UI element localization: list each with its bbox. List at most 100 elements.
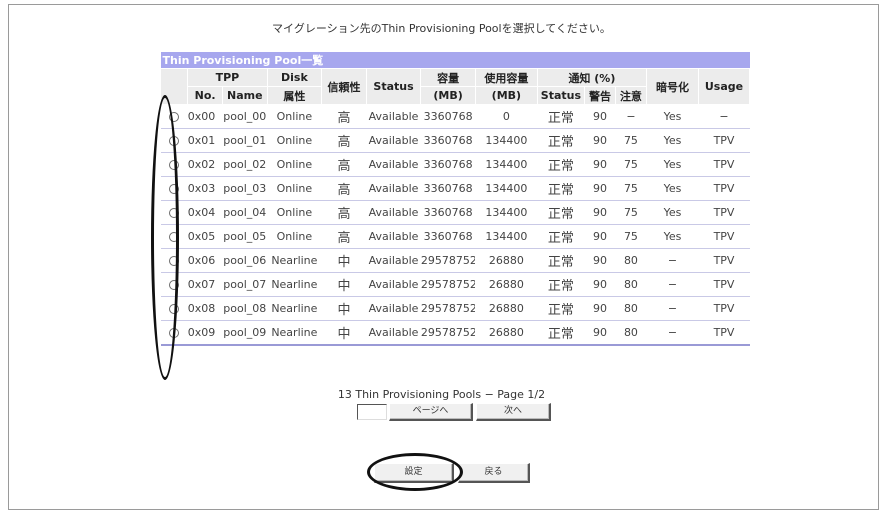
cell-caut: 75 [615, 176, 647, 201]
cell-nstat: 正常 [537, 224, 585, 249]
table-row[interactable]: 0x09 pool_09 Nearline 中 Available 29578752 268… [160, 320, 750, 346]
cell-usage: TPV [698, 128, 750, 153]
cell-cap: 3360768 [420, 224, 476, 249]
header-usage: Usage [698, 68, 750, 105]
cell-enc: Yes [646, 152, 699, 177]
header-disk: Disk [266, 68, 323, 87]
cell-disk: Online [267, 128, 322, 153]
cell-status: Available [366, 272, 421, 297]
header-no: No. [187, 86, 223, 105]
cell-enc: − [646, 320, 699, 346]
table-row[interactable]: 0x06 pool_06 Nearline 中 Available 29578752 268… [160, 248, 750, 273]
header-capacity: 容量 [420, 68, 476, 87]
cell-name: pool_02 [222, 152, 268, 177]
cell-used: 134400 [475, 200, 538, 225]
cell-caut: 75 [615, 128, 647, 153]
cell-nstat: 正常 [537, 128, 585, 153]
instruction-text: マイグレーション先のThin Provisioning Poolを選択してくださ… [272, 22, 611, 35]
cell-rel: 高 [321, 152, 367, 177]
cell-usage: TPV [698, 272, 750, 297]
next-page-button[interactable]: 次へ [476, 403, 551, 421]
cell-enc: Yes [646, 176, 699, 201]
cell-name: pool_04 [222, 200, 268, 225]
cell-status: Available [366, 152, 421, 177]
cell-rel: 高 [321, 128, 367, 153]
cell-rel: 高 [321, 176, 367, 201]
cell-rel: 中 [321, 296, 367, 321]
goto-page-button[interactable]: ページへ [389, 403, 473, 421]
cell-disk: Nearline [267, 248, 322, 273]
cell-usage: TPV [698, 152, 750, 177]
cell-caut: 75 [615, 152, 647, 177]
header-notify: 通知 (%) [536, 68, 647, 87]
page-number-input[interactable] [357, 404, 387, 420]
cell-disk: Online [267, 224, 322, 249]
highlight-oval-radio-column [151, 95, 179, 380]
table-title: Thin Provisioning Pool一覧 [160, 52, 750, 69]
pager-summary: 13 Thin Provisioning Pools − Page 1/2 [337, 388, 546, 401]
cell-enc: Yes [646, 224, 699, 249]
table-row[interactable]: 0x00 pool_00 Online 高 Available 3360768 0 正常 90−… [160, 104, 750, 129]
table-row[interactable]: 0x03 pool_03 Online 高 Available 3360768 134400… [160, 176, 750, 201]
cell-caut: 80 [615, 272, 647, 297]
cell-cap: 29578752 [420, 320, 476, 346]
cell-enc: Yes [646, 200, 699, 225]
cell-disk: Online [267, 104, 322, 129]
cell-warn: 90 [584, 296, 616, 321]
cell-no: 0x00 [187, 104, 223, 129]
table-row[interactable]: 0x05 pool_05 Online 高 Available 3360768 134400… [160, 224, 750, 249]
highlight-oval-set-button [367, 453, 463, 491]
cell-rel: 高 [321, 224, 367, 249]
cell-caut: 80 [615, 248, 647, 273]
cell-disk: Online [267, 176, 322, 201]
cell-status: Available [366, 248, 421, 273]
cell-disk: Online [267, 200, 322, 225]
cell-warn: 90 [584, 320, 616, 346]
cell-warn: 90 [584, 104, 616, 129]
cell-warn: 90 [584, 224, 616, 249]
cell-rel: 中 [321, 272, 367, 297]
cell-used: 26880 [475, 248, 538, 273]
header-name: Name [221, 86, 268, 105]
table-row[interactable]: 0x01 pool_01 Online 高 Available 3360768 134400… [160, 128, 750, 153]
cell-caut: − [615, 104, 647, 129]
cell-name: pool_06 [222, 248, 268, 273]
cell-cap: 3360768 [420, 200, 476, 225]
cell-enc: − [646, 248, 699, 273]
back-button[interactable]: 戻る [458, 463, 530, 483]
cell-usage: TPV [698, 176, 750, 201]
cell-cap: 29578752 [420, 296, 476, 321]
cell-status: Available [366, 320, 421, 346]
cell-used: 134400 [475, 152, 538, 177]
table-row[interactable]: 0x08 pool_08 Nearline 中 Available 29578752 268… [160, 296, 750, 321]
cell-enc: − [646, 272, 699, 297]
cell-usage: TPV [698, 320, 750, 346]
cell-name: pool_09 [222, 320, 268, 346]
header-used-unit: (MB) [474, 86, 538, 105]
cell-no: 0x01 [187, 128, 223, 153]
cell-nstat: 正常 [537, 272, 585, 297]
cell-rel: 中 [321, 320, 367, 346]
table-row[interactable]: 0x04 pool_04 Online 高 Available 3360768 134400… [160, 200, 750, 225]
cell-used: 26880 [475, 296, 538, 321]
cell-name: pool_01 [222, 128, 268, 153]
cell-used: 134400 [475, 176, 538, 201]
cell-disk: Online [267, 152, 322, 177]
cell-disk: Nearline [267, 320, 322, 346]
cell-usage: − [698, 104, 750, 129]
cell-cap: 3360768 [420, 128, 476, 153]
cell-cap: 29578752 [420, 248, 476, 273]
table-row[interactable]: 0x07 pool_07 Nearline 中 Available 29578752 268… [160, 272, 750, 297]
cell-name: pool_03 [222, 176, 268, 201]
pool-table: Thin Provisioning Pool一覧 TPP Disk 信頼性 St… [159, 52, 750, 346]
cell-used: 134400 [475, 128, 538, 153]
cell-no: 0x04 [187, 200, 223, 225]
header-encryption: 暗号化 [645, 68, 700, 105]
cell-caut: 75 [615, 200, 647, 225]
cell-used: 26880 [475, 272, 538, 297]
header-status: Status [365, 68, 422, 105]
cell-name: pool_05 [222, 224, 268, 249]
table-row[interactable]: 0x02 pool_02 Online 高 Available 3360768 134400… [160, 152, 750, 177]
cell-status: Available [366, 176, 421, 201]
cell-used: 26880 [475, 320, 538, 346]
